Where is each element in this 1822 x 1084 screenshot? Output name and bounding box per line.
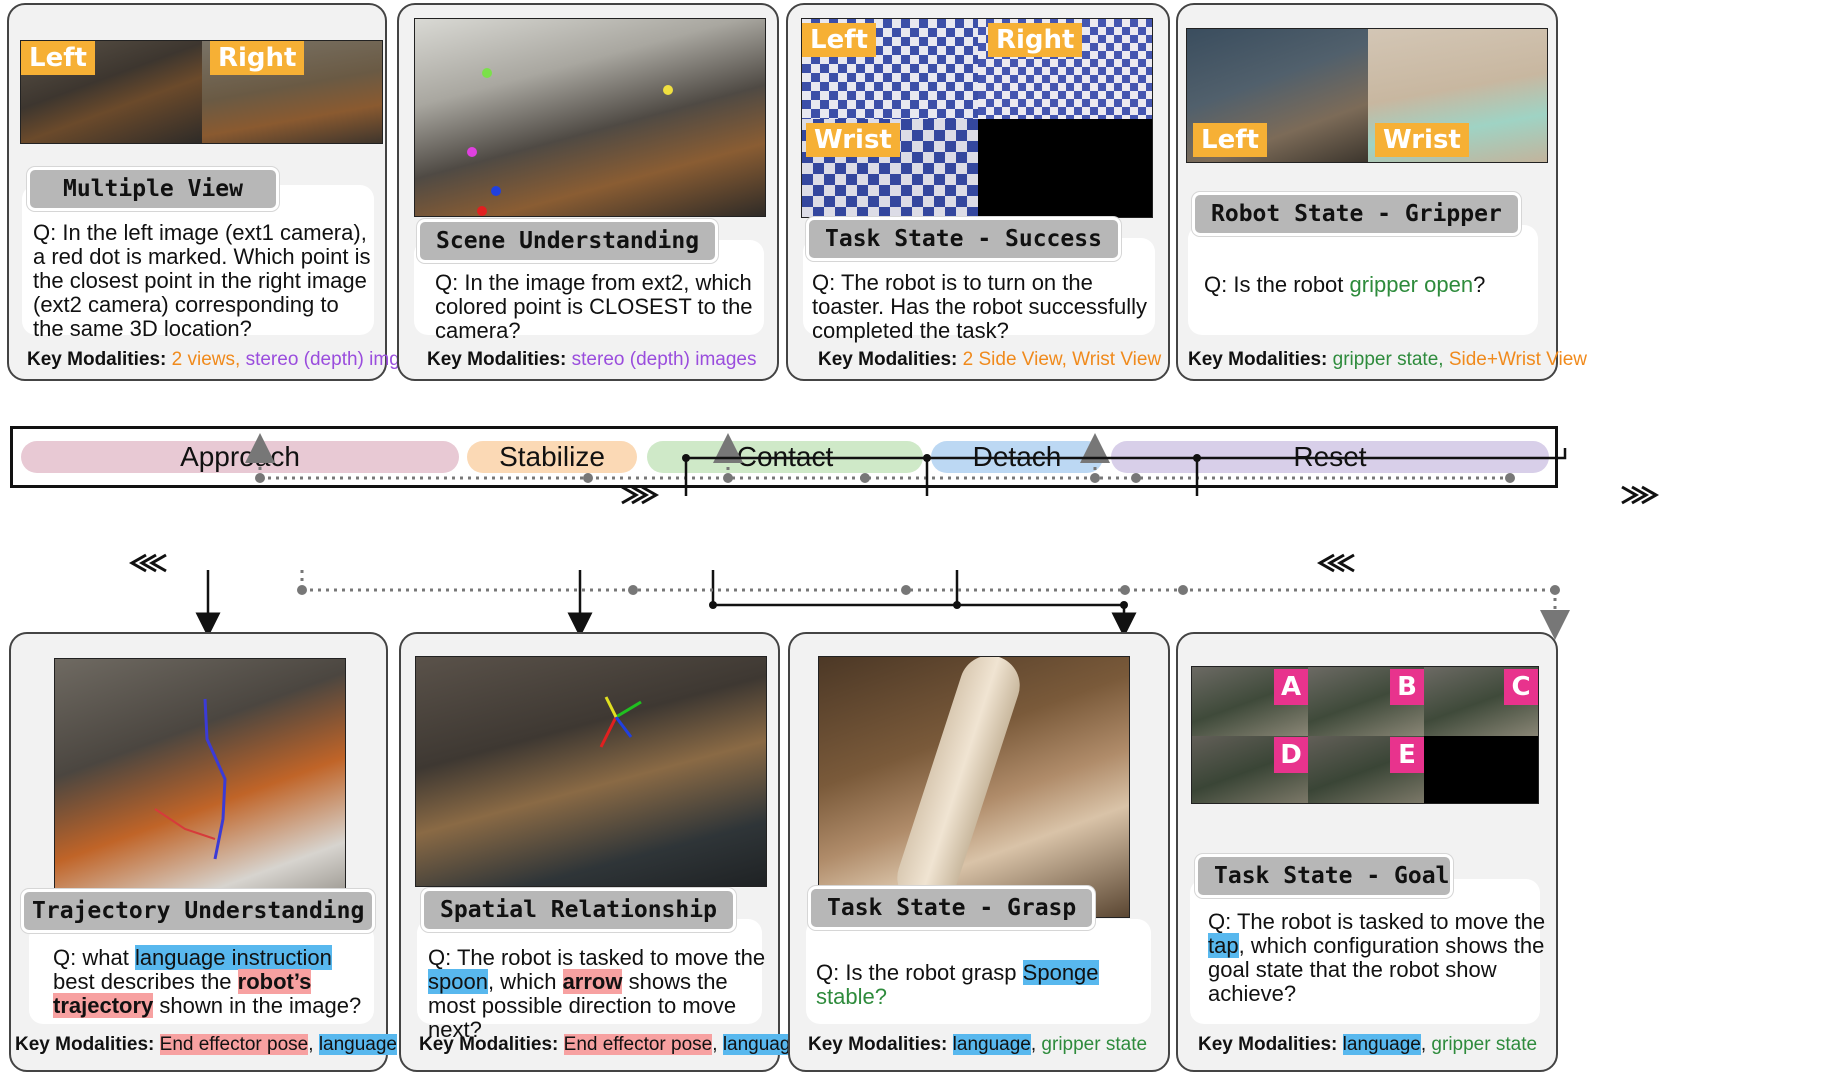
card-spatial: Spatial Relationship Q: The robot is tas… — [399, 632, 802, 1072]
goal-image: A B C D E — [1191, 666, 1539, 804]
km-sep: , — [712, 1034, 718, 1055]
km-sep: , — [1420, 1034, 1427, 1055]
q-stable: stable? — [816, 984, 887, 1009]
goal-key-modalities: Key Modalities: language, gripper state — [1198, 1034, 1537, 1056]
q-part-3: , which — [487, 969, 557, 994]
q-part-1: Q: Is the robot grasp — [816, 960, 1017, 985]
letter-c: C — [1504, 669, 1538, 705]
km-gripper-state: gripper state — [1431, 1034, 1538, 1055]
grasp-image — [818, 656, 1130, 918]
chevron-left-icon — [128, 553, 1355, 573]
trajectory-key-modalities: Key Modalities: End effector pose, langu… — [15, 1034, 398, 1056]
spatial-key-modalities: Key Modalities: End effector pose, langu… — [419, 1034, 802, 1056]
km-prefix: Key Modalities: — [419, 1034, 559, 1055]
km-prefix: Key Modalities: — [1198, 1034, 1338, 1055]
bottom-dotted-connector — [300, 570, 1570, 640]
q-part-3: best describes the — [53, 969, 232, 994]
km-end-effector: End effector pose — [159, 1034, 309, 1055]
spatial-image — [415, 656, 767, 887]
grasp-key-modalities: Key Modalities: language, gripper state — [808, 1034, 1147, 1056]
km-language: language — [952, 1034, 1031, 1055]
empty-black-cell — [1424, 736, 1538, 803]
q-sponge: Sponge — [1022, 960, 1099, 985]
km-language: language — [1342, 1034, 1421, 1055]
km-gripper-state: gripper state — [1041, 1034, 1148, 1055]
km-prefix: Key Modalities: — [808, 1034, 948, 1055]
q-part-1: Q: The robot is tasked to move the — [428, 945, 766, 970]
goal-label: Task State - Goal — [1195, 854, 1453, 898]
trajectory-question: Q: what language instruction best descri… — [53, 945, 373, 1018]
letter-d: D — [1274, 737, 1308, 773]
trajectory-image — [54, 658, 346, 894]
q-part-1: Q: what — [53, 945, 129, 970]
letter-e: E — [1390, 737, 1424, 773]
km-prefix: Key Modalities: — [15, 1034, 155, 1055]
q-language-instruction: language instruction — [134, 945, 332, 970]
q-part-5: shown in the image? — [159, 993, 362, 1018]
goal-question: Q: The robot is tasked to move the tap, … — [1208, 910, 1548, 1006]
spatial-arrows — [599, 696, 642, 748]
spatial-question: Q: The robot is tasked to move the spoon… — [428, 946, 768, 1042]
grasp-label: Task State - Grasp — [808, 886, 1096, 930]
km-sep: , — [1030, 1034, 1037, 1055]
robot-arm-shape — [889, 657, 1028, 916]
km-sep: , — [308, 1034, 314, 1055]
top-dotted-connector — [245, 433, 1512, 480]
km-end-effector: End effector pose — [563, 1034, 713, 1055]
card-grasp: Task State - Grasp Q: Is the robot grasp… — [788, 632, 1170, 1072]
q-spoon: spoon — [428, 969, 488, 994]
trajectory-path — [154, 698, 227, 860]
km-language: language — [318, 1034, 398, 1055]
card-trajectory: Trajectory Understanding Q: what languag… — [9, 632, 398, 1072]
bottom-solid-connector — [195, 570, 1137, 638]
chevron-right-icon — [621, 485, 1660, 505]
letter-b: B — [1390, 669, 1424, 705]
top-solid-connector — [684, 448, 1567, 496]
trajectory-label: Trajectory Understanding — [21, 889, 376, 933]
grasp-question: Q: Is the robot grasp Sponge stable? — [816, 960, 1161, 1009]
q-part-1: Q: The robot is tasked to move the — [1208, 909, 1546, 934]
q-tap: tap — [1208, 933, 1239, 958]
card-goal: A B C D E Task State - Goal Q: The robot… — [1176, 632, 1558, 1072]
spatial-label: Spatial Relationship — [421, 888, 736, 932]
letter-a: A — [1274, 669, 1308, 705]
q-part-3: , which configuration shows the goal sta… — [1208, 933, 1545, 1006]
q-arrow: arrow — [562, 969, 623, 994]
